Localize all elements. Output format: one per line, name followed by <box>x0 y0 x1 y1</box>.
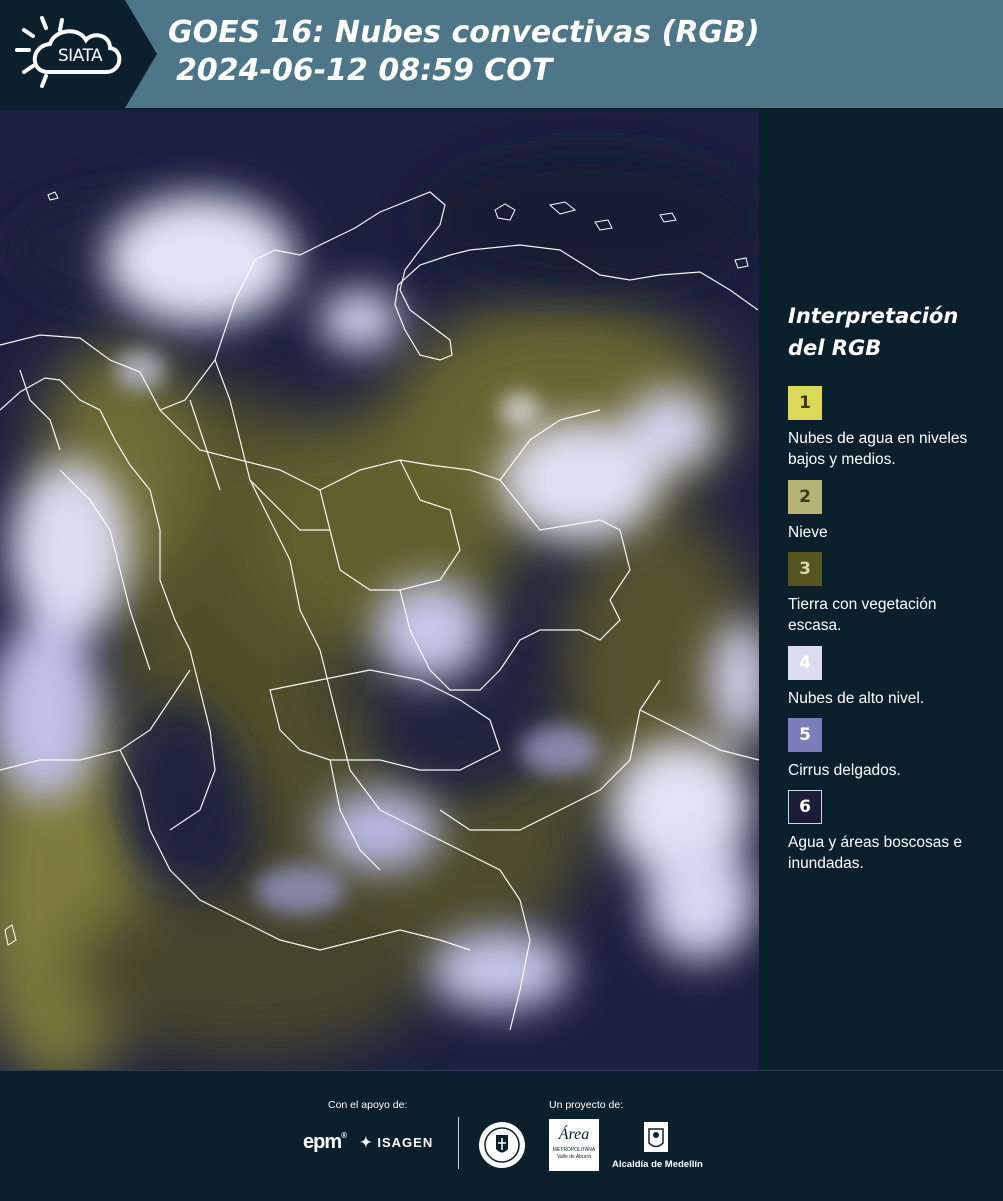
satellite-image <box>0 110 759 1070</box>
legend-label: Nubes de alto nivel. <box>788 690 925 707</box>
alcaldia-logo-text[interactable]: Alcaldía de Medellín <box>612 1159 703 1170</box>
isagen-logo[interactable]: ✦ ISAGEN <box>360 1134 433 1151</box>
epm-logo-text: epm <box>303 1131 342 1153</box>
legend-label: Cirrus delgados. <box>788 762 901 779</box>
legend-title-line-2: del RGB <box>788 336 882 360</box>
area-logo-sub2: Valle de Aburrá <box>557 1154 591 1160</box>
support-caption: Con el apoyo de: <box>328 1099 408 1111</box>
legend-swatch: 2 <box>788 480 822 514</box>
legend-label: Nubes de agua en niveles bajos y medios. <box>788 430 968 468</box>
legend-item-6: 6 Agua y áreas boscosas e inundadas. <box>788 790 968 874</box>
legend: Interpretación del RGB 1 Nubes de agua e… <box>788 300 988 872</box>
alcaldia-crest-icon <box>641 1119 671 1155</box>
header: SIATA GOES 16: Nubes convectivas (RGB) 2… <box>0 0 1003 108</box>
legend-title: Interpretación del RGB <box>788 300 988 364</box>
isagen-logo-text: ISAGEN <box>377 1135 434 1150</box>
page-title: GOES 16: Nubes convectivas (RGB) 2024-06… <box>168 14 760 90</box>
legend-label: Tierra con vegetación escasa. <box>788 596 937 634</box>
legend-swatch: 4 <box>788 646 822 680</box>
area-metropolitana-logo[interactable]: Área METROPOLITANA Valle de Aburrá <box>549 1119 599 1171</box>
logo-text: SIATA <box>57 46 103 66</box>
legend-item-5: 5 Cirrus delgados. <box>788 718 968 781</box>
area-logo-sub: METROPOLITANA <box>552 1147 596 1153</box>
medellin-seal-logo[interactable] <box>478 1121 526 1169</box>
seal-icon <box>479 1122 525 1168</box>
legend-title-line-1: Interpretación <box>788 304 959 328</box>
legend-item-1: 1 Nubes de agua en niveles bajos y medio… <box>788 386 968 470</box>
legend-swatch: 6 <box>788 790 822 824</box>
footer: Con el apoyo de: Un proyecto de: epm® ✦ … <box>0 1070 1003 1201</box>
legend-swatch: 1 <box>788 386 822 420</box>
legend-swatch: 3 <box>788 552 822 586</box>
title-line-1: GOES 16: Nubes convectivas (RGB) <box>168 15 760 50</box>
legend-item-3: 3 Tierra con vegetación escasa. <box>788 552 968 636</box>
legend-label: Agua y áreas boscosas e inundadas. <box>788 834 963 872</box>
legend-label: Nieve <box>788 524 828 541</box>
legend-item-2: 2 Nieve <box>788 480 968 543</box>
siata-logo[interactable]: SIATA <box>0 0 157 108</box>
isagen-icon: ✦ <box>360 1134 373 1150</box>
footer-divider <box>458 1117 459 1169</box>
epm-logo[interactable]: epm® <box>303 1131 347 1154</box>
legend-swatch: 5 <box>788 718 822 752</box>
satellite-map[interactable] <box>0 110 759 1070</box>
area-logo-text: Área <box>558 1126 590 1143</box>
legend-item-4: 4 Nubes de alto nivel. <box>788 646 968 709</box>
title-line-2: 2024-06-12 08:59 COT <box>176 53 553 88</box>
project-caption: Un proyecto de: <box>549 1099 624 1111</box>
